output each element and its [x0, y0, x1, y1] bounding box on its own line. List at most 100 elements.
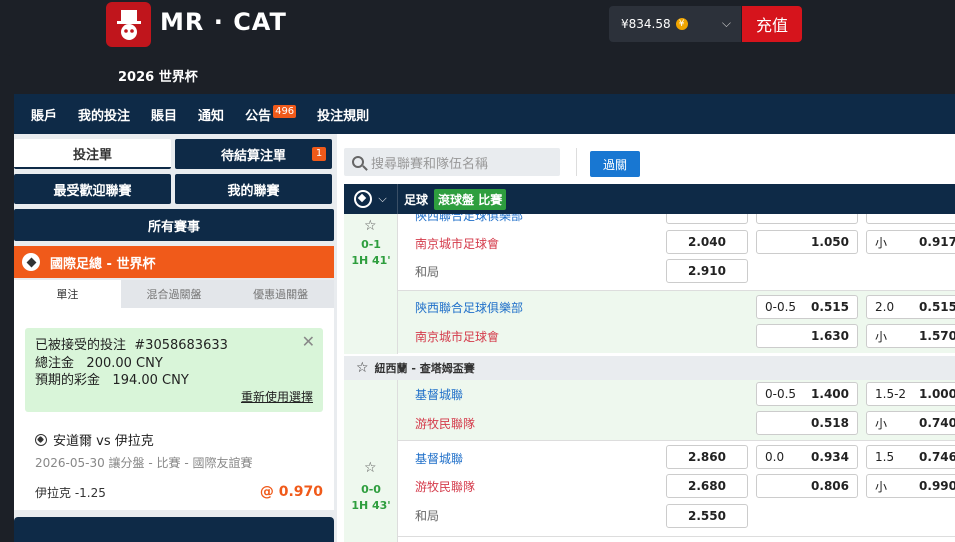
bet-selection: 伊拉克 -1.25	[35, 486, 106, 500]
odds-button[interactable]: 1.5 0.746	[866, 445, 955, 469]
payout-value: 194.00 CNY	[112, 373, 189, 388]
odds-value: 1.050	[811, 235, 849, 249]
nav-statement[interactable]: 賬目	[151, 105, 177, 124]
popular-leagues-button[interactable]: 最受歡迎聯賽	[14, 174, 171, 204]
pending-bets-tab[interactable]: 待結算注單 1	[175, 139, 332, 169]
team-home[interactable]: 基督城聯	[415, 386, 463, 403]
team-away[interactable]: 游牧民聯隊	[415, 415, 475, 432]
bet-odds: @ 0.970	[259, 484, 323, 500]
odds-button[interactable]: 小 0.917	[866, 230, 955, 254]
search-input[interactable]: 搜尋聯賽和隊伍名稱	[344, 148, 560, 176]
bet-slip-content: 已被接受的投注 #3058683633 總注金 200.00 CNY 預期的彩金…	[14, 308, 334, 510]
all-events-button[interactable]: 所有賽事	[14, 209, 334, 241]
sport-selector[interactable]: ⌵	[344, 184, 398, 214]
odds-button[interactable]: 2.680	[666, 474, 748, 498]
stake-line: 總注金 200.00 CNY	[35, 355, 313, 373]
bet-id: #3058683633	[134, 338, 228, 353]
team-home[interactable]: 基督城聯	[415, 450, 463, 467]
odds-value: 1.400	[811, 387, 849, 401]
league-header[interactable]: ☆ 紐西蘭 - 查塔姆盃賽	[344, 356, 955, 380]
nav-account[interactable]: 賬戶	[31, 105, 57, 124]
odds-button[interactable]: 1.050	[756, 230, 858, 254]
soccer-ball-icon	[22, 253, 40, 271]
tab-single[interactable]: 單注	[14, 280, 121, 308]
team-home[interactable]: 南京城市足球會	[415, 235, 499, 252]
odds-value: 2.040	[688, 235, 726, 249]
nav-my-bets[interactable]: 我的投注	[78, 105, 130, 124]
match-time: 1H 43'	[351, 499, 391, 512]
recharge-button[interactable]: 充值	[742, 6, 802, 42]
odds-button[interactable]: 0.518	[756, 411, 858, 435]
accepted-label: 已被接受的投注	[35, 338, 127, 353]
soccer-ball-icon	[354, 190, 373, 208]
close-icon[interactable]: ✕	[302, 333, 315, 351]
accepted-line: 已被接受的投注 #3058683633	[35, 337, 313, 355]
nav-announcements[interactable]: 公告 496	[245, 104, 297, 124]
odds-value: 0.740	[919, 416, 955, 430]
odds-button[interactable]: 小 0.740	[866, 411, 955, 435]
odds-button[interactable]: 0.806	[756, 474, 858, 498]
team-home[interactable]: 陝西聯合足球俱樂部	[415, 299, 523, 316]
site-subtitle: 2026 世界杯	[118, 70, 198, 85]
team-away[interactable]: 游牧民聯隊	[415, 478, 475, 495]
odds-value: 0.917	[919, 235, 955, 249]
my-leagues-button[interactable]: 我的聯賽	[175, 174, 332, 204]
balance-amount: ¥834.58	[621, 17, 671, 31]
tab-promo-parlay[interactable]: 優惠過關盤	[227, 280, 335, 308]
odds-button[interactable]: 2.910	[666, 259, 748, 283]
league-header[interactable]: 國際足總 - 世界杯	[14, 246, 334, 278]
odds-button[interactable]: 2.0 0.515	[866, 295, 955, 319]
sport-label: 足球	[404, 192, 429, 207]
nav-label: 公告	[245, 108, 272, 124]
odds-button[interactable]	[866, 214, 955, 224]
odds-button[interactable]: 2.860	[666, 445, 748, 469]
nav-label: 通知	[198, 108, 225, 124]
team-draw: 和局	[415, 509, 440, 523]
nav-notifications[interactable]: 通知	[198, 105, 224, 124]
tab-mix-parlay[interactable]: 混合過關盤	[120, 280, 228, 308]
odds-button[interactable]: 0.0 0.934	[756, 445, 858, 469]
team-partial[interactable]: 陝西聯合足球俱樂部	[415, 214, 523, 224]
cat-hat-icon	[116, 9, 141, 40]
balance-dropdown[interactable]: ¥834.58 ¥ ⌵	[609, 6, 741, 42]
team-away[interactable]: 南京城市足球會	[415, 328, 499, 345]
main-nav: 賬戶 我的投注 賬目 通知 公告 496 投注規則	[14, 94, 955, 134]
odds-button[interactable]	[756, 214, 858, 224]
odds-button[interactable]: 小 1.570	[866, 324, 955, 348]
odds-button[interactable]: 1.630	[756, 324, 858, 348]
bet-selection-row: 伊拉克 -1.25 @ 0.970	[35, 484, 325, 501]
sidebar: 投注單 待結算注單 1 最受歡迎聯賽 我的聯賽 所有賽事 國際足總 - 世界杯 …	[14, 134, 337, 542]
brand-logo[interactable]	[106, 2, 151, 47]
odds-button[interactable]: 0-0.5 0.515	[756, 295, 858, 319]
odds-value: 1.000	[919, 387, 955, 401]
odds-value: 0.806	[811, 479, 849, 493]
match-score: 0-0	[361, 483, 381, 496]
sidebar-bottom-panel	[14, 517, 334, 542]
star-icon[interactable]: ☆	[356, 360, 369, 376]
parlay-button[interactable]: 過關	[590, 151, 640, 177]
bet-detail: 安道爾 vs 伊拉克 2026-05-30 讓分盤 - 比賽 - 國際友誼賽 伊…	[35, 430, 325, 501]
ou-label: 小	[875, 329, 888, 344]
announcement-count-badge: 496	[273, 104, 297, 118]
bet-slip-tab[interactable]: 投注單	[14, 139, 171, 169]
ou-line: 2.0	[875, 300, 895, 314]
divider	[576, 148, 577, 176]
odds-button[interactable]: 小 0.990	[866, 474, 955, 498]
nav-label: 投注規則	[317, 108, 370, 124]
odds-button[interactable]: 2.550	[666, 504, 748, 528]
odds-button[interactable]: 1.5-2 1.000	[866, 382, 955, 406]
odds-button[interactable]	[666, 214, 748, 224]
odds-table: ☆ 0-1 1H 41' 陝西聯合足球俱樂部 南京城市足球會 和局 2.040 …	[344, 214, 955, 542]
star-icon[interactable]: ☆	[364, 218, 377, 234]
ou-label: 小	[875, 416, 888, 431]
nav-label: 賬戶	[31, 108, 58, 124]
top-header: MR · CAT 2026 世界杯 ¥834.58 ¥ ⌵ 充值	[0, 0, 955, 94]
reuse-selection-link[interactable]: 重新使用選擇	[241, 389, 313, 407]
star-icon[interactable]: ☆	[364, 460, 377, 476]
bet-accepted-notice: 已被接受的投注 #3058683633 總注金 200.00 CNY 預期的彩金…	[25, 328, 323, 412]
odds-button[interactable]: 2.040	[666, 230, 748, 254]
odds-button[interactable]: 0-0.5 1.400	[756, 382, 858, 406]
nav-betting-rules[interactable]: 投注規則	[317, 105, 369, 124]
match-time: 1H 41'	[351, 254, 391, 267]
odds-value: 0.746	[919, 450, 955, 464]
